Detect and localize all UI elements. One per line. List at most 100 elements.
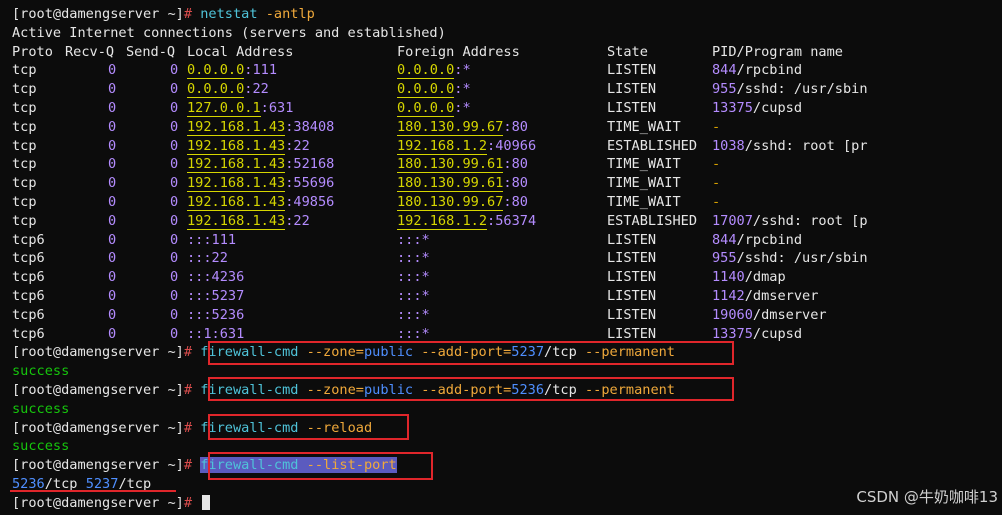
state-cell: ESTABLISHED [607, 212, 698, 229]
sendq-cell: 0 [170, 250, 179, 267]
foreign-ip: 180.130.99.61 [397, 156, 504, 174]
pid-cell: - [712, 194, 721, 210]
pid-cell: 955 [712, 250, 737, 267]
program-name: /rpcbind [736, 231, 803, 248]
terminal-line: success [12, 400, 69, 419]
local-port: :22 [285, 137, 310, 154]
foreign-port: :* [454, 81, 471, 98]
foreign-port: :::* [397, 231, 430, 248]
sendq-cell: 0 [170, 212, 179, 229]
pid-cell: 1038 [712, 137, 745, 154]
state-cell: LISTEN [607, 231, 657, 248]
sendq-cell: 0 [170, 269, 179, 286]
command-args: -antlp [265, 6, 315, 22]
recvq-cell: 0 [108, 81, 117, 98]
program-name: /cupsd [752, 325, 803, 342]
proto-cell: tcp [12, 156, 37, 173]
foreign-port: :80 [503, 194, 528, 210]
local-ip: 127.0.0.1 [187, 100, 261, 117]
proto-cell: tcp6 [12, 325, 45, 342]
local-ip: 192.168.1.43 [187, 156, 286, 174]
state-cell: LISTEN [607, 306, 657, 323]
program-name: /sshd: root [p [752, 212, 868, 229]
pid-cell: - [712, 156, 721, 173]
pid-cell: 1142 [712, 288, 745, 304]
local-ip: 192.168.1.43 [187, 118, 286, 136]
foreign-port: :::* [397, 306, 430, 323]
recvq-cell: 0 [108, 325, 117, 342]
recvq-cell: 0 [108, 212, 117, 229]
underline-annotation [10, 490, 176, 492]
success-output: success [12, 400, 70, 417]
proto-cell: tcp6 [12, 231, 45, 248]
shell-prompt: [root@damengserver ~] [12, 382, 184, 398]
terminal-line: Active Internet connections (servers and… [12, 24, 446, 43]
recvq-cell: 0 [108, 175, 117, 192]
local-port: :::5237 [187, 288, 245, 304]
foreign-port: :80 [503, 156, 528, 173]
state-cell: LISTEN [607, 100, 657, 116]
column-header-local: Local Address [187, 43, 294, 60]
local-port: :111 [244, 62, 278, 79]
column-header-recvq: Recv-Q [65, 43, 115, 60]
proto-cell: tcp [12, 100, 37, 116]
proto-cell: tcp [12, 175, 37, 192]
foreign-ip: 192.168.1.2 [397, 212, 488, 230]
program-name: /cupsd [752, 100, 803, 116]
local-port: ::1:631 [187, 325, 245, 342]
recvq-cell: 0 [108, 62, 117, 79]
local-port: :49856 [285, 194, 335, 210]
shell-prompt: [root@damengserver ~] [12, 494, 184, 511]
success-output: success [12, 363, 70, 380]
recvq-cell: 0 [108, 231, 117, 248]
foreign-port: :::* [397, 250, 430, 267]
foreign-port: :::* [397, 288, 430, 304]
shell-prompt: [root@damengserver ~] [12, 419, 184, 436]
foreign-ip: 180.130.99.61 [397, 175, 504, 193]
proto-cell: tcp6 [12, 288, 45, 304]
output-header: Active Internet connections (servers and… [12, 24, 446, 41]
foreign-ip: 0.0.0.0 [397, 81, 455, 99]
local-port: :22 [285, 212, 310, 229]
pid-cell: 844 [712, 62, 737, 79]
proto-cell: tcp [12, 118, 37, 135]
pid-cell: 13375 [712, 100, 753, 116]
terminal-line: success [12, 437, 69, 456]
column-header-sendq: Send-Q [126, 43, 176, 60]
state-cell: LISTEN [607, 288, 657, 304]
recvq-cell: 0 [108, 118, 117, 135]
sendq-cell: 0 [170, 306, 179, 323]
proto-cell: tcp [12, 137, 37, 154]
text-cursor [202, 495, 211, 511]
foreign-port: :* [454, 62, 471, 79]
state-cell: ESTABLISHED [607, 137, 698, 154]
foreign-port: :56374 [487, 212, 537, 229]
pid-cell: 955 [712, 81, 737, 98]
local-port: :38408 [285, 118, 335, 135]
program-name: /rpcbind [736, 62, 803, 79]
local-ip: 0.0.0.0 [187, 62, 245, 80]
program-name: /sshd: root [pr [744, 137, 868, 154]
program-name: /dmserver [744, 288, 819, 304]
local-port: :631 [260, 100, 294, 116]
pid-cell: 19060 [712, 306, 753, 323]
recvq-cell: 0 [108, 269, 117, 286]
pid-cell: 17007 [712, 212, 753, 229]
recvq-cell: 0 [108, 156, 117, 173]
recvq-cell: 0 [108, 100, 117, 116]
proto-cell: tcp6 [12, 306, 45, 323]
foreign-ip: 180.130.99.67 [397, 118, 504, 136]
program-name: /sshd: /usr/sbin [736, 81, 868, 98]
foreign-ip: 180.130.99.67 [397, 194, 504, 211]
state-cell: TIME_WAIT [607, 118, 681, 135]
terminal-window[interactable]: [root@damengserver ~]# netstat -antlp Act… [0, 0, 1002, 515]
state-cell: LISTEN [607, 250, 657, 267]
sendq-cell: 0 [170, 81, 179, 98]
foreign-ip: 192.168.1.2 [397, 137, 488, 155]
sendq-cell: 0 [170, 194, 179, 210]
local-port: :::111 [187, 231, 237, 248]
pid-cell: 13375 [712, 325, 753, 342]
proto-cell: tcp [12, 194, 37, 210]
foreign-port: :::* [397, 325, 430, 342]
sendq-cell: 0 [170, 156, 179, 173]
